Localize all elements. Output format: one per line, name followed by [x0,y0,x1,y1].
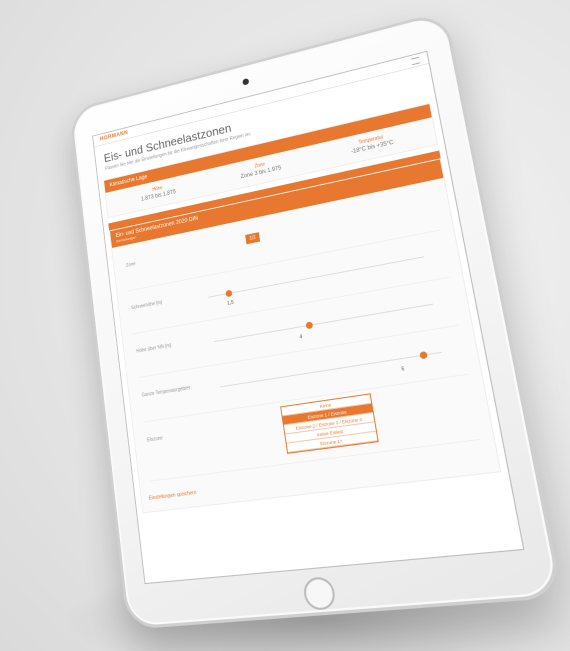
row-label: Zone [125,261,136,269]
stage: HORMANN Eis- und Schneelastzonen Passen … [0,0,570,651]
slider-value: 1,5 [226,299,235,307]
brand-logo[interactable]: HORMANN [100,130,129,142]
slider-value: 4 [299,334,303,341]
product-scene: HORMANN Eis- und Schneelastzonen Passen … [0,0,570,651]
row-label: Ganze Temperaturgebiet [141,385,191,399]
slider-value: 6 [401,366,405,373]
row-label: Höhe über NN [m] [136,342,172,355]
slider-thumb[interactable] [305,321,313,330]
stat-zone: Zone Zone 3 bis 1.975 [239,158,281,180]
slider-thumb[interactable] [224,289,233,298]
row-label: Schneehöhe [m] [130,299,163,312]
home-button[interactable] [301,576,338,611]
tablet-device: HORMANN Eis- und Schneelastzonen Passen … [68,10,564,630]
stat-height: Höhe 1.873 bis 1.875 [140,182,176,202]
row-label: Eiszone [146,435,164,444]
tablet-screen: HORMANN Eis- und Schneelastzonen Passen … [92,50,525,585]
stat-temperature: Temperatur -18°C bis +35°C [349,132,394,156]
camera-icon [242,77,250,86]
slider-thumb[interactable] [419,351,428,360]
menu-icon[interactable] [411,56,421,65]
zone-select-button[interactable]: 1/2 [245,232,261,245]
ice-zone-options: Keine Eiszone 1 / Eiszone Eiszone 2 / Ei… [280,393,379,454]
